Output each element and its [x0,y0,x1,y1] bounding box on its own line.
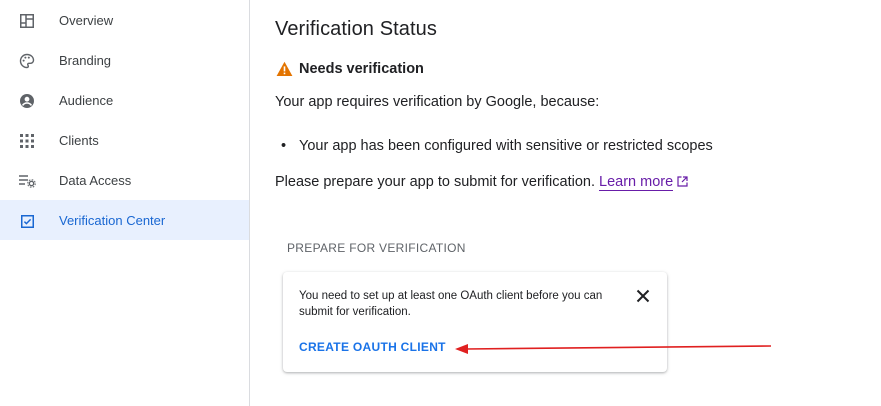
sidebar-item-audience[interactable]: Audience [0,80,249,120]
dashboard-icon [18,12,36,30]
open-in-new-icon [677,176,688,187]
sidebar-item-data-access[interactable]: Data Access [0,160,249,200]
main-content: Verification Status Needs verification Y… [251,0,881,406]
sidebar-item-label: Audience [59,92,114,108]
apps-grid-icon [18,132,36,150]
sidebar-item-label: Clients [59,132,99,148]
reason-text: Your app has been configured with sensit… [299,138,713,154]
status-label: Needs verification [299,61,424,77]
prepare-text: Please prepare your app to submit for ve… [275,174,595,190]
card-message: You need to set up at least one OAuth cl… [299,290,603,318]
close-button[interactable] [633,286,653,306]
palette-icon [18,52,36,70]
sidebar-item-branding[interactable]: Branding [0,40,249,80]
sidebar-item-label: Overview [59,12,114,28]
sidebar-item-label: Data Access [59,172,132,188]
sidebar: Overview Branding Audience Clients Data … [0,0,250,406]
sidebar-item-overview[interactable]: Overview [0,0,249,40]
close-icon [636,289,650,303]
create-oauth-client-button[interactable]: CREATE OAUTH CLIENT [299,340,446,354]
verification-icon [18,212,36,230]
oauth-client-notice-card: You need to set up at least one OAuth cl… [283,272,667,372]
list-item: • Your app has been configured with sens… [281,138,713,154]
warning-icon [276,61,293,76]
verification-status: Needs verification [276,61,424,77]
bullet-icon: • [281,138,287,154]
sidebar-item-label: Verification Center [59,212,166,228]
prepare-text-paragraph: Please prepare your app to submit for ve… [275,174,688,191]
page-title: Verification Status [275,18,437,40]
data-access-icon [18,172,36,190]
learn-more-link[interactable]: Learn more [599,174,674,191]
section-header: PREPARE FOR VERIFICATION [287,241,466,255]
sidebar-item-clients[interactable]: Clients [0,120,249,160]
sidebar-item-verification-center[interactable]: Verification Center [0,200,249,240]
sidebar-item-label: Branding [59,52,112,68]
intro-text: Your app requires verification by Google… [275,94,600,110]
account-circle-icon [18,92,36,110]
